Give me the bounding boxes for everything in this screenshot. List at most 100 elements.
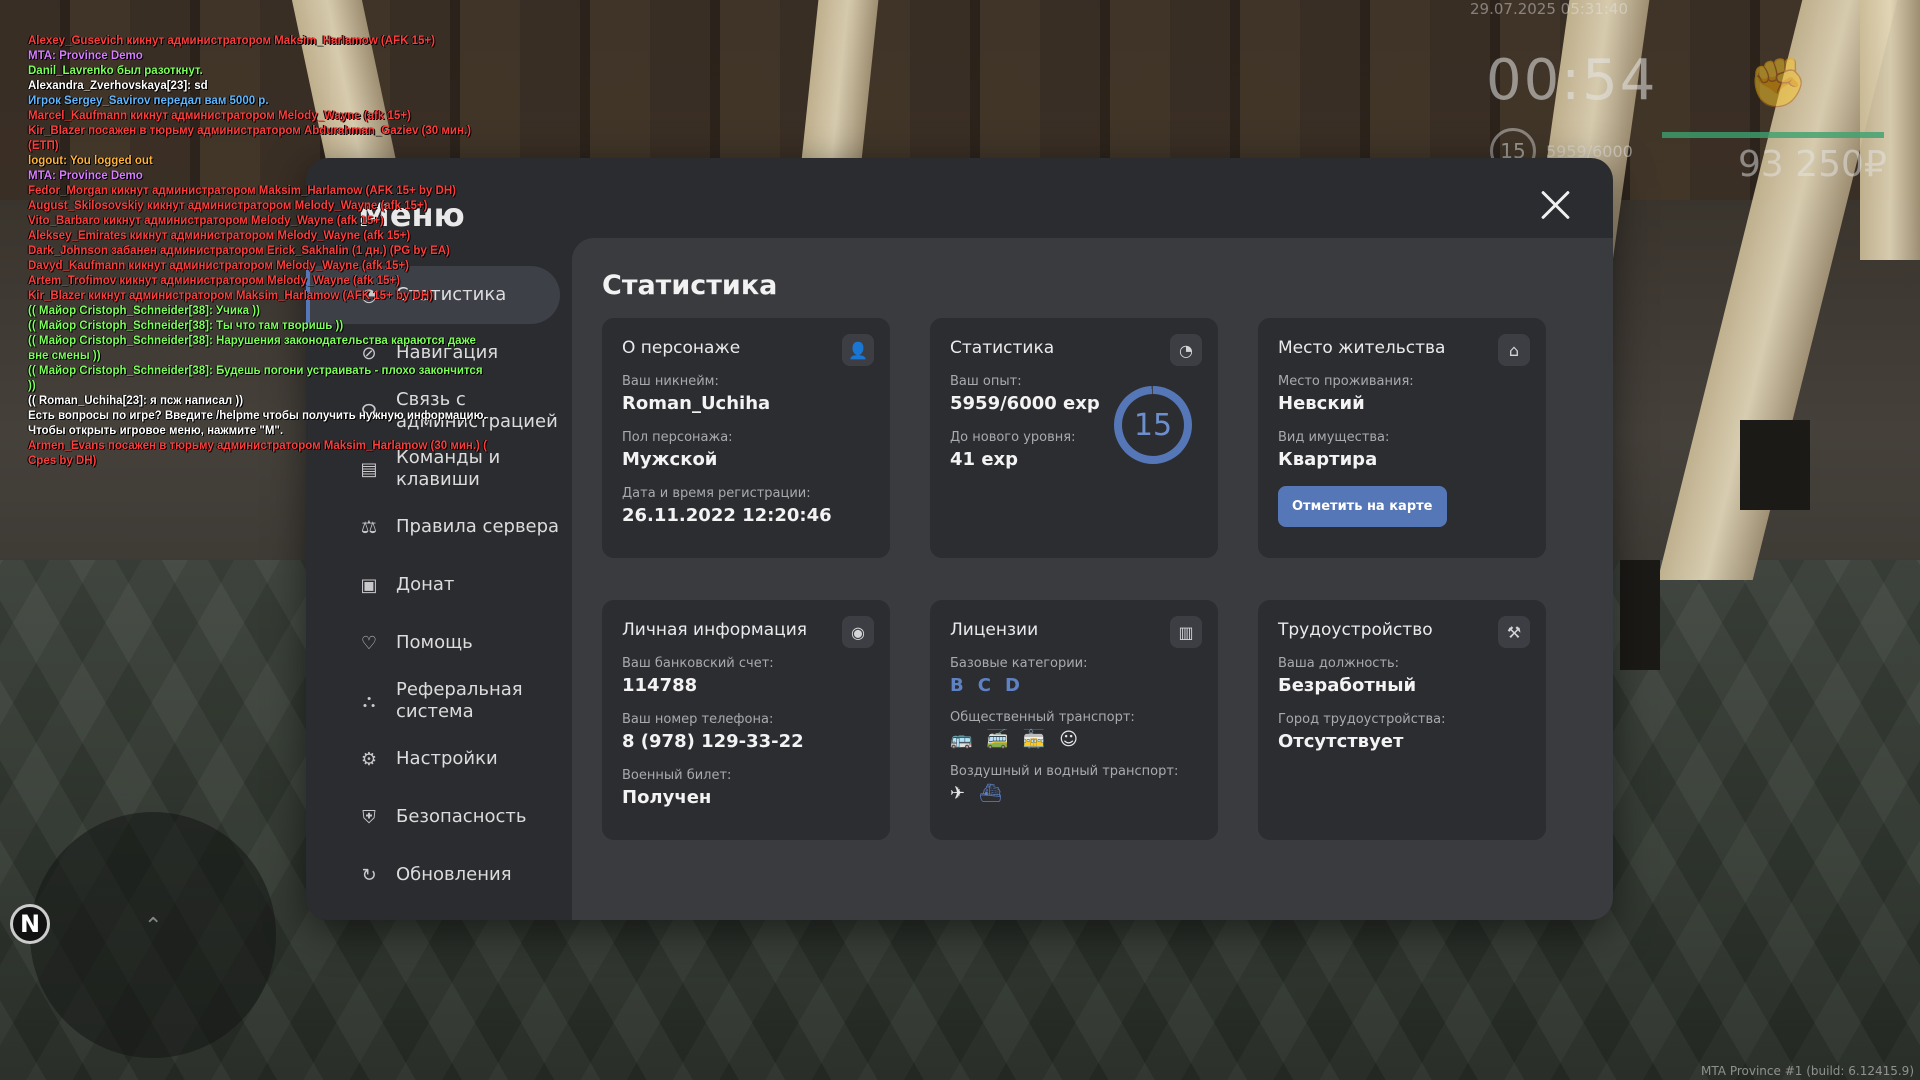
chat-line: (( Майор Cristoph_Schneider[38]: Будешь … xyxy=(28,365,483,377)
military-value: Получен xyxy=(622,787,712,808)
plane-icon: ✈ xyxy=(950,783,966,804)
sidebar-item-label: Безопасность xyxy=(396,806,527,827)
level-number: 15 xyxy=(1122,394,1184,456)
chat-line: August_Skilosovskiy кикнут администратор… xyxy=(28,200,428,212)
chat-line: (( Майор Cristoph_Schneider[38]: Нарушен… xyxy=(28,335,476,347)
residence-label: Место проживания: xyxy=(1278,374,1414,389)
employment-card: Трудоустройство ⚒ Ваша должность: Безраб… xyxy=(1258,600,1546,840)
chat-line: (( Майор Cristoph_Schneider[38]: Ты что … xyxy=(28,320,344,332)
sidebar-item-9[interactable]: ⛨ Безопасность xyxy=(306,788,564,846)
registration-value: 26.11.2022 12:20:46 xyxy=(622,505,832,526)
base-categories-label: Базовые категории: xyxy=(950,656,1088,671)
sidebar-item-5[interactable]: ▣ Донат xyxy=(306,556,564,614)
nickname-label: Ваш никнейм: xyxy=(622,374,719,389)
chat-line: Aleksey_Emirates кикнут администратором … xyxy=(28,230,411,242)
chat-line: Marcel_Kaufmann кикнут администратором M… xyxy=(28,110,411,122)
user-circle-icon: ◉ xyxy=(842,616,874,648)
sidebar-item-10[interactable]: ↻ Обновления xyxy=(306,846,564,904)
character-card: О персонаже 👤 Ваш никнейм: Roman_Uchiha … xyxy=(602,318,890,558)
position-label: Ваша должность: xyxy=(1278,656,1400,671)
military-label: Военный билет: xyxy=(622,768,732,783)
chat-line: (ЕТП) xyxy=(28,140,59,152)
pillar xyxy=(1860,0,1920,260)
sidebar-item-7[interactable]: ⛬ Реферальная система xyxy=(306,672,564,730)
page-title: Статистика xyxy=(602,270,778,301)
property-label: Вид имущества: xyxy=(1278,430,1390,445)
chat-line: Davyd_Kaufmann кикнут администратором Me… xyxy=(28,260,409,272)
bank-value: 114788 xyxy=(622,675,698,696)
chat-line: Dark_Johnson забанен администратором Eri… xyxy=(28,245,450,257)
sidebar-item-6[interactable]: ♡ Помощь xyxy=(306,614,564,672)
chat-line: (( Майор Cristoph_Schneider[38]: Учика )… xyxy=(28,305,260,317)
chat-line: Kir_Blazer посажен в тюрьму администрато… xyxy=(28,125,471,137)
air-water-icons: ✈ ⛴ xyxy=(950,783,1198,804)
license-categories: BCD xyxy=(950,675,1198,696)
chat-line: logout: You logged out xyxy=(28,155,153,167)
sidebar-item-label: Обновления xyxy=(396,864,512,885)
chat-line: (( Roman_Uchiha[23]: я псж написал )) xyxy=(28,395,244,407)
residence-card: Место жительства ⌂ Место проживания: Нев… xyxy=(1258,318,1546,558)
licenses-card: Лицензии ▥ Базовые категории: BCD Общест… xyxy=(930,600,1218,840)
phone-value: 8 (978) 129-33-22 xyxy=(622,731,804,752)
sidebar-item-label: Помощь xyxy=(396,632,473,653)
close-button[interactable] xyxy=(1539,188,1573,222)
residence-value: Невский xyxy=(1278,393,1365,414)
position-value: Безработный xyxy=(1278,675,1417,696)
sidebar-item-label: Реферальная система xyxy=(396,679,523,722)
phone-label: Ваш номер телефона: xyxy=(622,712,774,727)
chat-line: вне смены )) xyxy=(28,350,101,362)
chat-line: MTA: Province Demo xyxy=(28,50,143,62)
property-value: Квартира xyxy=(1278,449,1378,470)
hud-date: 29.07.2025 05:31:40 xyxy=(1470,0,1629,18)
scenery-object xyxy=(1620,560,1660,670)
card-title: Трудоустройство xyxy=(1278,620,1433,640)
chat-line: Чтобы открыть игровое меню, нажмите "M". xyxy=(28,425,284,437)
license-icon: ▥ xyxy=(1170,616,1202,648)
chat-line: MTA: Province Demo xyxy=(28,170,143,182)
scenery-object xyxy=(1740,420,1810,510)
mark-on-map-button[interactable]: Отметить на карте xyxy=(1278,486,1447,527)
hud-money: 93 250₽ xyxy=(1738,144,1887,185)
air-water-label: Воздушный и водный транспорт: xyxy=(950,764,1179,779)
chat-line: Danil_Lavrenko был разоткнут. xyxy=(28,65,203,77)
gender-value: Мужской xyxy=(622,449,718,470)
sidebar-item-8[interactable]: ⚙ Настройки xyxy=(306,730,564,788)
license-category: D xyxy=(1004,675,1020,696)
scales-icon: ⚖ xyxy=(360,516,378,538)
personal-info-card: Личная информация ◉ Ваш банковский счет:… xyxy=(602,600,890,840)
sidebar-item-label: Донат xyxy=(396,574,455,595)
experience-card: Статистика ◔ Ваш опыт: 5959/6000 exp До … xyxy=(930,318,1218,558)
chat-line: )) xyxy=(28,380,36,392)
hud-health-bar xyxy=(1662,132,1884,138)
chat-line: Artem_Trofimov кикнут администратором Me… xyxy=(28,275,400,287)
sidebar-item-label: Настройки xyxy=(396,748,498,769)
employment-city-label: Город трудоустройства: xyxy=(1278,712,1446,727)
license-category: B xyxy=(950,675,964,696)
public-transport-label: Общественный транспорт: xyxy=(950,710,1135,725)
wallet-icon: ▣ xyxy=(360,574,378,596)
registration-label: Дата и время регистрации: xyxy=(622,486,811,501)
chat-line: Alexandra_Zverhovskaya[23]: sd xyxy=(28,80,208,92)
taxi-driver-icon: ☺ xyxy=(1059,729,1079,750)
card-title: Личная информация xyxy=(622,620,808,640)
hammer-icon: ⚒ xyxy=(1498,616,1530,648)
chat-line: Kir_Blazer кикнут администратором Maksim… xyxy=(28,290,433,302)
referral-icon: ⛬ xyxy=(362,690,376,712)
boat-icon: ⛴ xyxy=(979,783,1002,804)
chat-line: Armen_Evans посажен в тюрьму администрат… xyxy=(28,440,487,452)
license-category: C xyxy=(977,675,991,696)
build-info: MTA Province #1 (build: 6.12415.9) xyxy=(1701,1064,1914,1078)
heart-hand-icon: ♡ xyxy=(360,632,378,654)
level-progress-ring: 15 xyxy=(1114,386,1192,464)
sidebar-item-label: Правила сервера xyxy=(396,516,560,537)
card-title: Лицензии xyxy=(950,620,1039,640)
chat-line: Alexey_Gusevich кикнут администратором M… xyxy=(28,35,435,47)
sidebar-item-4[interactable]: ⚖ Правила сервера xyxy=(306,498,564,556)
bus-icon: 🚌 xyxy=(950,729,973,750)
gear-icon: ⚙ xyxy=(360,748,378,770)
chat-line: Есть вопросы по игре? Введите /helpme чт… xyxy=(28,410,487,422)
employment-city-value: Отсутствует xyxy=(1278,731,1404,752)
chat-line: Fedor_Morgan кикнут администратором Maks… xyxy=(28,185,456,197)
tram-icon: 🚋 xyxy=(1022,729,1046,750)
hud-clock: 00:54 xyxy=(1486,48,1658,113)
